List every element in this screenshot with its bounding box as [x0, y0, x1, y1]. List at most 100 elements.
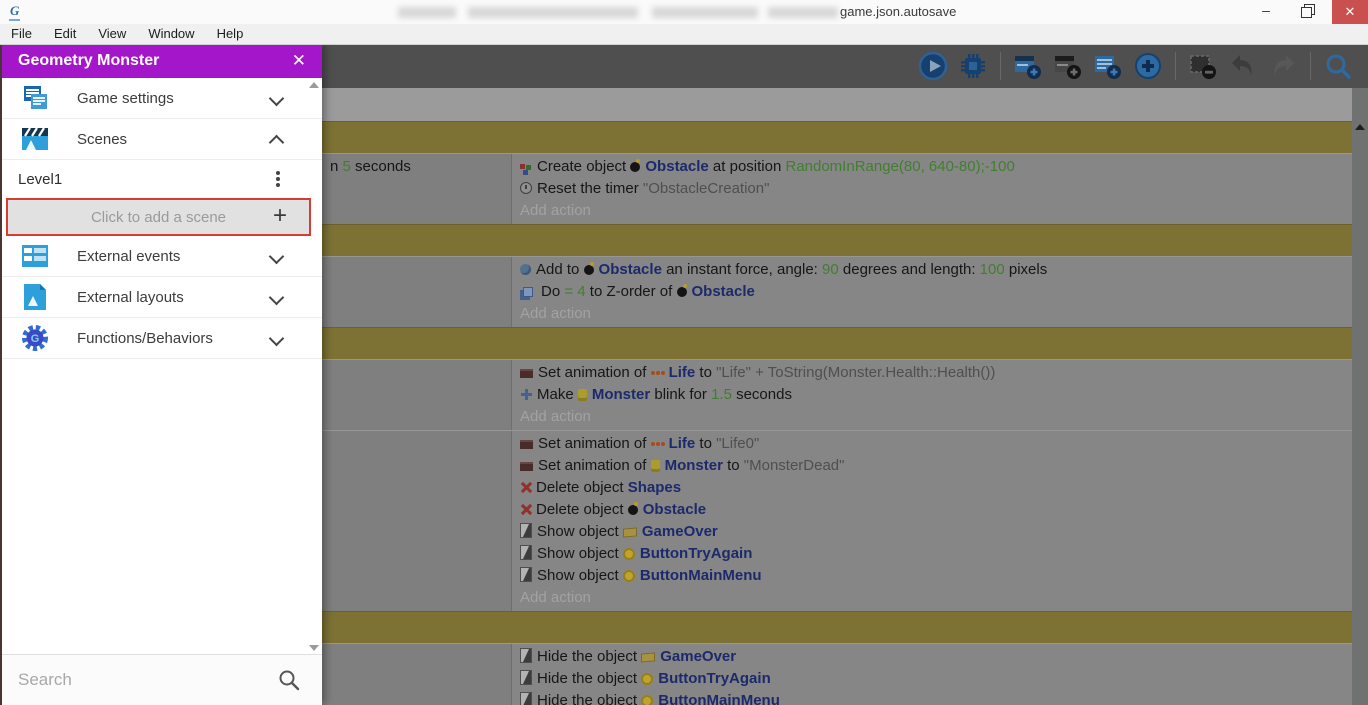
scroll-up-icon[interactable]	[1355, 124, 1365, 130]
object-link[interactable]: GameOver	[642, 523, 718, 540]
event[interactable]: Add to Obstacle an instant force, angle:…	[300, 256, 1352, 327]
add-action-button[interactable]: Add action	[520, 406, 1352, 428]
event-sheet[interactable]: n 5 seconds Create object Obstacle at pos…	[300, 121, 1352, 705]
add-comment-button[interactable]	[1092, 50, 1124, 82]
sidebar-item-game-settings[interactable]: Game settings	[2, 78, 322, 119]
chevron-down-icon[interactable]	[268, 248, 285, 264]
add-action-button[interactable]: Add action	[520, 587, 1352, 609]
object-link[interactable]: Obstacle	[692, 283, 755, 300]
search-input[interactable]	[2, 669, 278, 691]
action-line[interactable]: Hide the object GameOver	[520, 646, 1352, 668]
event-group-header[interactable]	[300, 121, 1352, 153]
action-line[interactable]: Hide the object ButtonTryAgain	[520, 668, 1352, 690]
restore-button[interactable]	[1288, 0, 1324, 24]
action-line[interactable]: Create object Obstacle at position Rando…	[520, 156, 1352, 178]
debug-button[interactable]	[957, 50, 989, 82]
event[interactable]: Hide the object GameOver Hide the object …	[300, 643, 1352, 705]
action-line[interactable]: Do = 4 to Z-order of Obstacle	[520, 281, 1352, 303]
menu-view[interactable]: View	[87, 24, 137, 44]
sidebar-item-scenes[interactable]: Scenes	[2, 119, 322, 160]
menu-edit[interactable]: Edit	[43, 24, 87, 44]
conditions-cell[interactable]	[300, 431, 512, 611]
event[interactable]: Set animation of Life to "Life" + ToStri…	[300, 359, 1352, 430]
event-sheet-scrollbar[interactable]	[1352, 88, 1368, 705]
actions-cell[interactable]: Create object Obstacle at position Rando…	[512, 154, 1352, 224]
conditions-cell[interactable]	[300, 257, 512, 327]
add-subevent-button[interactable]	[1052, 50, 1084, 82]
scroll-down-icon[interactable]	[309, 645, 319, 651]
action-line[interactable]: Delete object Shapes	[520, 477, 1352, 499]
sidebar-item-external-layouts[interactable]: External layouts	[2, 277, 322, 318]
actions-cell[interactable]: Add to Obstacle an instant force, angle:…	[512, 257, 1352, 327]
object-link[interactable]: Obstacle	[645, 158, 708, 175]
minimize-button[interactable]: –	[1248, 0, 1284, 24]
sidebar-item-external-events[interactable]: External events	[2, 236, 322, 277]
action-line[interactable]: Make Monster blink for 1.5 seconds	[520, 384, 1352, 406]
conditions-cell[interactable]	[300, 360, 512, 430]
conditions-cell[interactable]	[300, 644, 512, 705]
action-line[interactable]: Show object ButtonMainMenu	[520, 565, 1352, 587]
object-link[interactable]: ButtonMainMenu	[658, 692, 780, 705]
actions-cell[interactable]: Set animation of Life to "Life0" Set anim…	[512, 431, 1352, 611]
action-line[interactable]: Set animation of Monster to "MonsterDead…	[520, 455, 1352, 477]
close-window-button[interactable]: ✕	[1332, 0, 1368, 24]
scene-item-level1[interactable]: Level1	[2, 160, 322, 198]
object-link[interactable]: Monster	[665, 457, 723, 474]
event-group-header[interactable]	[300, 327, 1352, 359]
chevron-down-icon[interactable]	[268, 330, 285, 346]
chevron-up-icon[interactable]	[268, 134, 285, 150]
object-link[interactable]: Obstacle	[599, 261, 662, 278]
object-link[interactable]: GameOver	[660, 648, 736, 665]
action-line[interactable]: Set animation of Life to "Life0"	[520, 433, 1352, 455]
action-line[interactable]: Reset the timer "ObstacleCreation"	[520, 178, 1352, 200]
event[interactable]: n 5 seconds Create object Obstacle at pos…	[300, 153, 1352, 224]
add-action-button[interactable]: Add action	[520, 303, 1352, 325]
actions-cell[interactable]: Set animation of Life to "Life" + ToStri…	[512, 360, 1352, 430]
visibility-icon	[520, 670, 532, 685]
object-link[interactable]: Monster	[592, 386, 650, 403]
add-action-button[interactable]: Add action	[520, 200, 1352, 222]
menu-window[interactable]: Window	[137, 24, 205, 44]
sidebar-item-label: Scenes	[77, 130, 128, 148]
toolbar-separator	[1310, 52, 1311, 80]
undo-button[interactable]	[1227, 50, 1259, 82]
menu-file[interactable]: File	[0, 24, 43, 44]
object-link[interactable]: ButtonMainMenu	[640, 567, 762, 584]
object-link[interactable]: Shapes	[628, 479, 681, 496]
drawer-scrollbar[interactable]	[308, 80, 320, 653]
close-drawer-icon[interactable]: ✕	[292, 51, 322, 71]
action-line[interactable]: Hide the object ButtonMainMenu	[520, 690, 1352, 705]
search-button[interactable]	[1322, 50, 1354, 82]
add-scene-button[interactable]: Click to add a scene +	[6, 198, 311, 236]
menu-help[interactable]: Help	[206, 24, 255, 44]
event-group-header[interactable]	[300, 224, 1352, 256]
remove-event-button[interactable]	[1187, 50, 1219, 82]
conditions-cell[interactable]: n 5 seconds	[300, 154, 512, 224]
action-line[interactable]: Show object GameOver	[520, 521, 1352, 543]
add-event-button[interactable]	[1012, 50, 1044, 82]
object-link[interactable]: ButtonTryAgain	[658, 670, 771, 687]
object-link[interactable]: Obstacle	[643, 501, 706, 518]
action-line[interactable]: Set animation of Life to "Life" + ToStri…	[520, 362, 1352, 384]
event[interactable]: Set animation of Life to "Life0" Set anim…	[300, 430, 1352, 611]
play-button[interactable]	[917, 50, 949, 82]
kebab-menu-icon[interactable]	[276, 177, 280, 181]
create-icon	[520, 164, 525, 169]
add-circle-button[interactable]	[1132, 50, 1164, 82]
event-text: seconds	[731, 386, 792, 403]
redo-button[interactable]	[1267, 50, 1299, 82]
dots-icon	[650, 442, 655, 446]
scroll-up-icon[interactable]	[309, 82, 319, 88]
action-line[interactable]: Delete object Obstacle	[520, 499, 1352, 521]
action-line[interactable]: Add to Obstacle an instant force, angle:…	[520, 259, 1352, 281]
sidebar-item-functions-behaviors[interactable]: G Functions/Behaviors	[2, 318, 322, 359]
event-group-header[interactable]	[300, 611, 1352, 643]
object-link[interactable]: ButtonTryAgain	[640, 545, 753, 562]
action-line[interactable]: Show object ButtonTryAgain	[520, 543, 1352, 565]
actions-cell[interactable]: Hide the object GameOver Hide the object …	[512, 644, 1352, 705]
chevron-down-icon[interactable]	[268, 289, 285, 305]
object-link[interactable]: Life	[669, 364, 696, 381]
chevron-down-icon[interactable]	[268, 90, 285, 106]
object-link[interactable]: Life	[669, 435, 696, 452]
event-text: an instant force, angle:	[661, 261, 823, 278]
